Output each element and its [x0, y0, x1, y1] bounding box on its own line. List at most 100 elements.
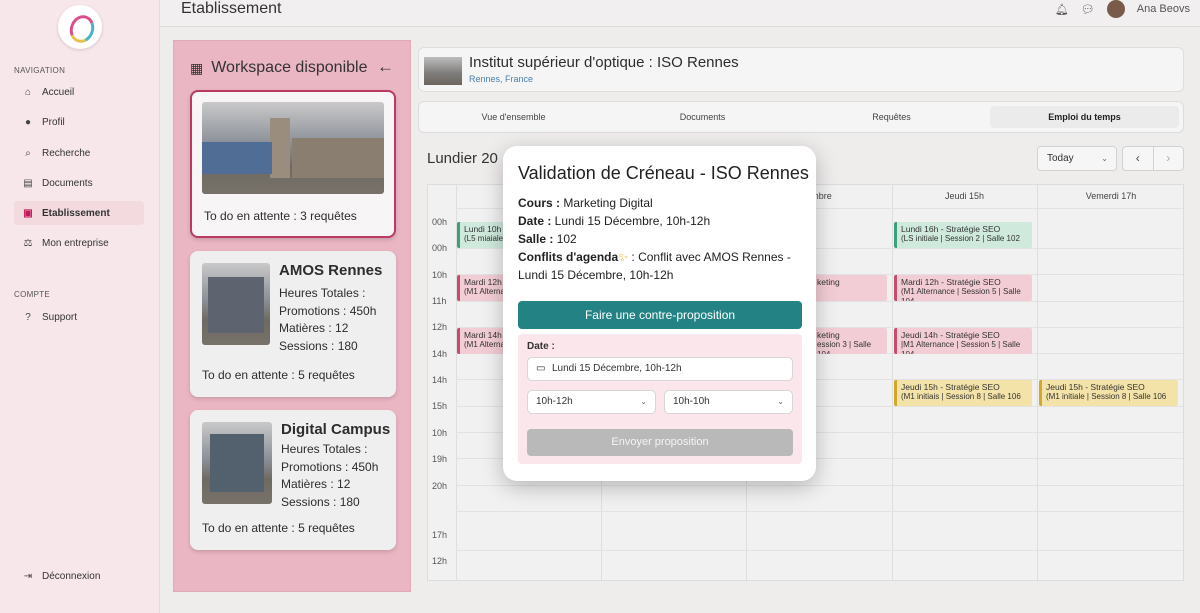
sidebar-item-label: Support — [42, 311, 78, 323]
tab-documents[interactable]: Documents — [608, 112, 797, 122]
sidebar-item-accueil[interactable]: ⌂ Accueil — [14, 80, 144, 104]
building-image — [202, 102, 384, 194]
calendar-event[interactable]: Jeudi 15h - Stratégie SEO (M1 initiais | … — [894, 380, 1032, 406]
start-time-select[interactable]: 10h-12h ⌄ — [527, 390, 656, 414]
promotions: Promotions : 450h — [279, 304, 377, 318]
scale-icon: ⚖ — [23, 237, 33, 249]
hour-label: 19h — [432, 454, 448, 464]
logout-label: Déconnexion — [42, 570, 101, 582]
send-proposal-button[interactable]: Envoyer proposition — [527, 429, 793, 456]
today-label: Today — [1047, 153, 1074, 164]
sidebar-item-support[interactable]: ? Support — [14, 305, 144, 329]
date-field-value: Lundi 15 Décembre, 10h-12h — [552, 363, 682, 374]
tab-schedule[interactable]: Emploi du temps — [990, 106, 1179, 128]
hour-label: 10h — [432, 270, 448, 280]
sidebar-item-profil[interactable]: ● Profil — [14, 110, 144, 134]
institution-location: Rennes, France — [469, 74, 534, 84]
date-info: Date : Lundi 15 Décembre, 10h-12h — [518, 214, 711, 228]
total-hours: Heures Totales : — [281, 442, 368, 456]
slot-validation-modal: Validation de Créneau - ISO Rennes Cours… — [503, 146, 816, 481]
sidebar-item-label: Profil — [42, 116, 65, 128]
chevron-down-icon: ⌄ — [1101, 154, 1108, 163]
todo-count: To do en attente : 5 requêtes — [202, 368, 355, 382]
workspace-name: Digital Campus — [281, 421, 391, 438]
calendar-nav: ‹ › — [1122, 146, 1184, 171]
institution-header: Institut supérieur d'optique : ISO Renne… — [418, 47, 1184, 92]
sidebar-item-label: Etablissement — [42, 207, 110, 219]
help-icon: ? — [25, 311, 31, 323]
sidebar-item-mon-entreprise[interactable]: ⚖ Mon entreprise — [14, 231, 144, 255]
hour-label: 12h — [432, 556, 448, 566]
hour-label: 12h — [432, 322, 448, 332]
user-icon: ● — [24, 116, 32, 128]
back-arrow-icon[interactable]: ← — [377, 57, 394, 77]
institution-image — [424, 57, 462, 85]
form-date-label: Date : — [527, 341, 555, 352]
start-time-value: 10h-12h — [536, 396, 573, 407]
workspace-card-iso[interactable]: To do en attente : 3 requêtes — [190, 90, 396, 238]
todo-count: To do en attente : 5 requêtes — [202, 521, 355, 535]
calendar-event[interactable]: Mardi 12h - Stratégie SEO (M1 Alternance … — [894, 275, 1032, 301]
nav-section-label: NAVIGATION — [14, 66, 66, 75]
tab-bar: Vue d'ensemble Documents Requêtes Emploi… — [418, 101, 1184, 133]
hour-label: 00h — [432, 217, 448, 227]
calendar-event[interactable]: ketingession 3 | Salle 104 — [813, 328, 887, 354]
hour-label: 20h — [432, 481, 448, 491]
hour-label: 11h — [432, 296, 447, 306]
institution-name: Institut supérieur d'optique : ISO Renne… — [469, 54, 739, 71]
todo-count: To do en attente : 3 requêtes — [204, 209, 357, 223]
workspace-title: ▦ Workspace disponible — [190, 59, 367, 77]
hour-label: 17h — [432, 530, 448, 540]
building-image — [202, 422, 272, 504]
logout-icon: ⇥ — [23, 570, 33, 582]
sidebar-item-documents[interactable]: ▤ Documents — [14, 171, 144, 195]
calendar-heading: Lundier 20 — [427, 150, 498, 167]
hour-label: 15h — [432, 401, 448, 411]
sessions: Sessions : 180 — [279, 339, 358, 353]
calendar-event[interactable]: Jeudi 14h - Stratégie SEO |M1 Alternance … — [894, 328, 1032, 354]
calendar-event[interactable]: Lundi 16h - Stratégie SEO (LS initiale | … — [894, 222, 1032, 248]
total-hours: Heures Totales : — [279, 286, 366, 300]
sidebar-item-etablissement[interactable]: ▣ Etablissement — [14, 201, 144, 225]
bell-icon[interactable]: 🔔︎ — [1055, 3, 1069, 16]
top-bar: Etablissement 🔔︎ 💬︎ Ana Beovs — [160, 0, 1200, 27]
date-field[interactable]: ▭ Lundi 15 Décembre, 10h-12h — [527, 357, 793, 381]
tab-overview[interactable]: Vue d'ensemble — [419, 112, 608, 122]
hour-label: 14h — [432, 375, 448, 385]
tab-requests[interactable]: Requêtes — [797, 112, 986, 122]
hour-label: 10h — [432, 428, 448, 438]
app-logo[interactable] — [58, 5, 102, 49]
avatar[interactable] — [1106, 0, 1125, 18]
building-image — [202, 263, 270, 345]
workspace-card-amos[interactable]: AMOS Rennes Heures Totales : Promotions … — [190, 251, 396, 397]
next-button[interactable]: › — [1152, 147, 1184, 170]
counter-proposal-button[interactable]: Faire une contre-proposition — [518, 301, 802, 329]
building-icon: ▣ — [23, 207, 33, 219]
end-time-value: 10h-10h — [673, 396, 710, 407]
day-header: Jeudi 15h — [944, 191, 985, 201]
top-actions: 🔔︎ 💬︎ Ana Beovs — [1055, 0, 1190, 18]
subjects: Matières : 12 — [281, 477, 351, 491]
sidebar: NAVIGATION ⌂ Accueil ● Profil ⌕ Recherch… — [0, 0, 160, 613]
user-name[interactable]: Ana Beovs — [1137, 3, 1190, 15]
sparkle-icon: ✨︎ — [618, 250, 629, 264]
room-info: Salle : 102 — [518, 232, 577, 246]
previous-button[interactable]: ‹ — [1123, 147, 1153, 170]
document-icon: ▤ — [23, 177, 33, 189]
workspace-name: AMOS Rennes — [279, 262, 383, 279]
hour-label: 14h — [432, 349, 448, 359]
workspace-title-text: Workspace disponible — [211, 59, 368, 76]
logout-button[interactable]: ⇥ Déconnexion — [14, 564, 144, 588]
end-time-select[interactable]: 10h-10h ⌄ — [664, 390, 793, 414]
subjects: Matières : 12 — [279, 321, 349, 335]
calendar-event[interactable]: keting — [813, 275, 887, 301]
promotions: Promotions : 450h — [281, 460, 379, 474]
calendar-event[interactable]: Jeudi 15h - Stratégie SEO (M1 initiale | … — [1039, 380, 1178, 406]
chat-icon[interactable]: 💬︎ — [1081, 3, 1095, 16]
page-title: Etablissement — [181, 0, 282, 17]
sidebar-item-label: Recherche — [42, 147, 91, 159]
building-icon: ▦ — [190, 59, 204, 76]
workspace-card-digital-campus[interactable]: Digital Campus Heures Totales : Promotio… — [190, 410, 396, 550]
today-dropdown[interactable]: Today ⌄ — [1037, 146, 1117, 171]
sidebar-item-recherche[interactable]: ⌕ Recherche — [14, 141, 144, 165]
